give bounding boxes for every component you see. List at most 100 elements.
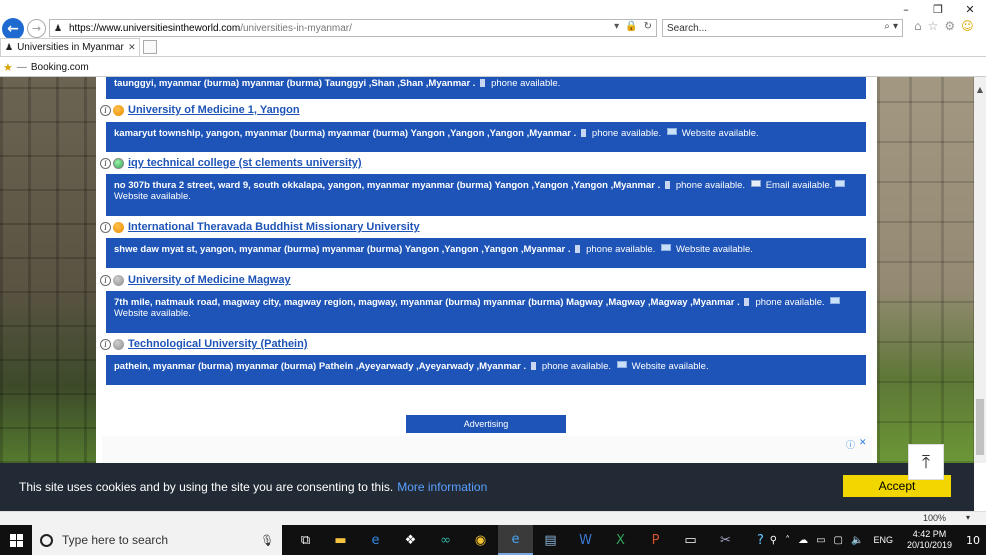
phone-icon (744, 298, 750, 306)
close-tab-icon[interactable]: ✕ (128, 43, 136, 53)
document-app-icon[interactable]: ▤ (533, 525, 568, 555)
back-to-top-button[interactable]: ⤒ (908, 444, 944, 480)
url-host: https://www.universitiesintheworld.com (69, 22, 241, 34)
page-scrollbar[interactable]: ▲ (974, 77, 986, 463)
university-heading: i University of Medicine 1, Yangon (100, 103, 300, 117)
favorite-separator-icon: — (16, 61, 27, 73)
scroll-up-icon[interactable]: ▲ (974, 85, 986, 95)
snipping-tool-icon[interactable]: ✂ (708, 525, 743, 555)
arduino-icon[interactable]: ∞ (428, 525, 463, 555)
page-viewport: taunggyi, myanmar (burma) myanmar (burma… (0, 77, 974, 463)
website-availability: Website available. (114, 308, 191, 319)
close-window-button[interactable]: ✕ (954, 0, 986, 18)
restore-button[interactable]: ❐ (922, 0, 954, 18)
favorites-bar-star-icon[interactable]: ★ (3, 61, 13, 74)
taskbar-search-box[interactable]: Type here to search 🎙 (32, 525, 282, 555)
edge-icon[interactable]: e (358, 525, 393, 555)
info-icon[interactable]: i (100, 157, 111, 169)
university-link[interactable]: International Theravada Buddhist Mission… (128, 221, 420, 233)
minimize-button[interactable]: – (890, 0, 922, 18)
forward-button[interactable]: → (27, 19, 46, 38)
action-center-button[interactable]: 10 (960, 525, 986, 555)
tab-universities-in-myanmar[interactable]: ♟ Universities in Myanmar - D... ✕ (0, 38, 140, 56)
website-icon (835, 180, 846, 187)
advertising-button[interactable]: Advertising (406, 415, 566, 433)
search-icon[interactable]: ⌕ ▾ (884, 21, 898, 32)
background-image-right (877, 77, 974, 463)
favorites-star-icon[interactable]: ☆ (928, 19, 939, 33)
dropdown-arrow-icon[interactable]: ▾ (614, 21, 619, 32)
phone-icon (530, 362, 536, 370)
people-icon[interactable]: ⚲ (770, 535, 777, 546)
ad-close-icon[interactable]: ✕ (859, 438, 867, 451)
university-address: taunggyi, myanmar (burma) myanmar (burma… (114, 78, 476, 89)
window-controls: – ❐ ✕ (890, 0, 986, 18)
info-icon[interactable]: i (100, 274, 111, 286)
website-icon (830, 297, 841, 304)
more-information-link[interactable]: More information (397, 480, 487, 494)
chevron-up-icon[interactable]: ˄ (785, 535, 790, 546)
back-arrow-icon: ← (7, 21, 19, 37)
ad-container (102, 436, 872, 463)
excel-icon[interactable]: X (603, 525, 638, 555)
chrome-icon[interactable]: ◉ (463, 525, 498, 555)
network-icon[interactable]: ▢ (834, 535, 843, 546)
browser-search-placeholder: Search... (667, 22, 708, 34)
powerpoint-icon[interactable]: P (638, 525, 673, 555)
phone-icon (575, 245, 581, 253)
status-gray-icon (113, 338, 124, 350)
zoom-dropdown-icon[interactable]: ▾ (966, 513, 970, 522)
battery-icon[interactable]: ▭ (816, 535, 825, 546)
website-availability: Website available. (114, 191, 191, 202)
tab-favicon-icon: ♟ (5, 42, 14, 52)
refresh-icon[interactable]: ↻ (644, 21, 652, 32)
url-path: /universities-in-myanmar/ (240, 22, 352, 34)
phone-icon (580, 129, 586, 137)
phone-icon (664, 181, 670, 189)
university-link[interactable]: University of Medicine Magway (128, 274, 291, 286)
website-availability: Website available. (631, 361, 709, 372)
system-clock[interactable]: 4:42 PM 20/10/2019 (907, 529, 952, 551)
smiley-feedback-icon[interactable]: ☺ (961, 19, 974, 33)
home-icon[interactable]: ⌂ (914, 19, 922, 33)
scroll-thumb[interactable] (976, 399, 984, 455)
internet-explorer-icon[interactable]: e (498, 525, 533, 555)
language-indicator[interactable]: ENG (873, 535, 893, 545)
new-tab-button[interactable] (143, 40, 157, 54)
file-explorer-icon[interactable]: ▬ (323, 525, 358, 555)
microphone-icon[interactable]: 🎙 (260, 534, 274, 547)
university-link[interactable]: Technological University (Pathein) (128, 338, 308, 350)
word-icon[interactable]: W (568, 525, 603, 555)
browser-search-box[interactable]: Search... ⌕ ▾ (662, 19, 903, 37)
status-green-icon (113, 157, 124, 169)
ad-info-icon[interactable]: ⓘ (846, 438, 855, 451)
site-favicon-icon: ♟ (54, 23, 63, 33)
volume-icon[interactable]: 🔈 (851, 535, 863, 546)
notification-count: 10 (966, 533, 980, 547)
zoom-level: 100% (922, 513, 946, 523)
address-bar[interactable]: ♟ https://www.universitiesintheworld.com… (49, 19, 657, 37)
phone-availability: phone available. (491, 78, 561, 89)
task-view-icon[interactable]: ⧉ (288, 525, 323, 555)
notepad-icon[interactable]: ▭ (673, 525, 708, 555)
start-button[interactable] (0, 525, 32, 555)
university-details-bar: 7th mile, natmauk road, magway city, mag… (106, 291, 866, 333)
dropbox-icon[interactable]: ❖ (393, 525, 428, 555)
gear-icon[interactable]: ⚙ (944, 19, 955, 33)
lock-icon[interactable]: 🔒 (625, 21, 637, 32)
university-details-bar: taunggyi, myanmar (burma) myanmar (burma… (106, 77, 866, 99)
onedrive-icon[interactable]: ☁ (798, 535, 808, 546)
info-icon[interactable]: i (100, 338, 111, 350)
website-icon (660, 244, 671, 251)
email-icon (750, 180, 761, 187)
cortana-circle-icon (40, 533, 53, 547)
info-icon[interactable]: i (100, 221, 111, 233)
university-link[interactable]: iqy technical college (st clements unive… (128, 157, 362, 169)
favorite-booking-link[interactable]: Booking.com (31, 62, 89, 73)
system-tray: ⚲ ˄ ☁ ▭ ▢ 🔈 ENG 4:42 PM 20/10/2019 10 (766, 525, 986, 555)
windows-taskbar: Type here to search 🎙 ⧉ ▬ e ❖ ∞ ◉ e ▤ W … (0, 525, 986, 555)
university-details-bar: shwe daw myat st, yangon, myanmar (burma… (106, 238, 866, 268)
info-icon[interactable]: i (100, 104, 111, 116)
back-button[interactable]: ← (2, 18, 24, 40)
university-link[interactable]: University of Medicine 1, Yangon (128, 104, 300, 116)
